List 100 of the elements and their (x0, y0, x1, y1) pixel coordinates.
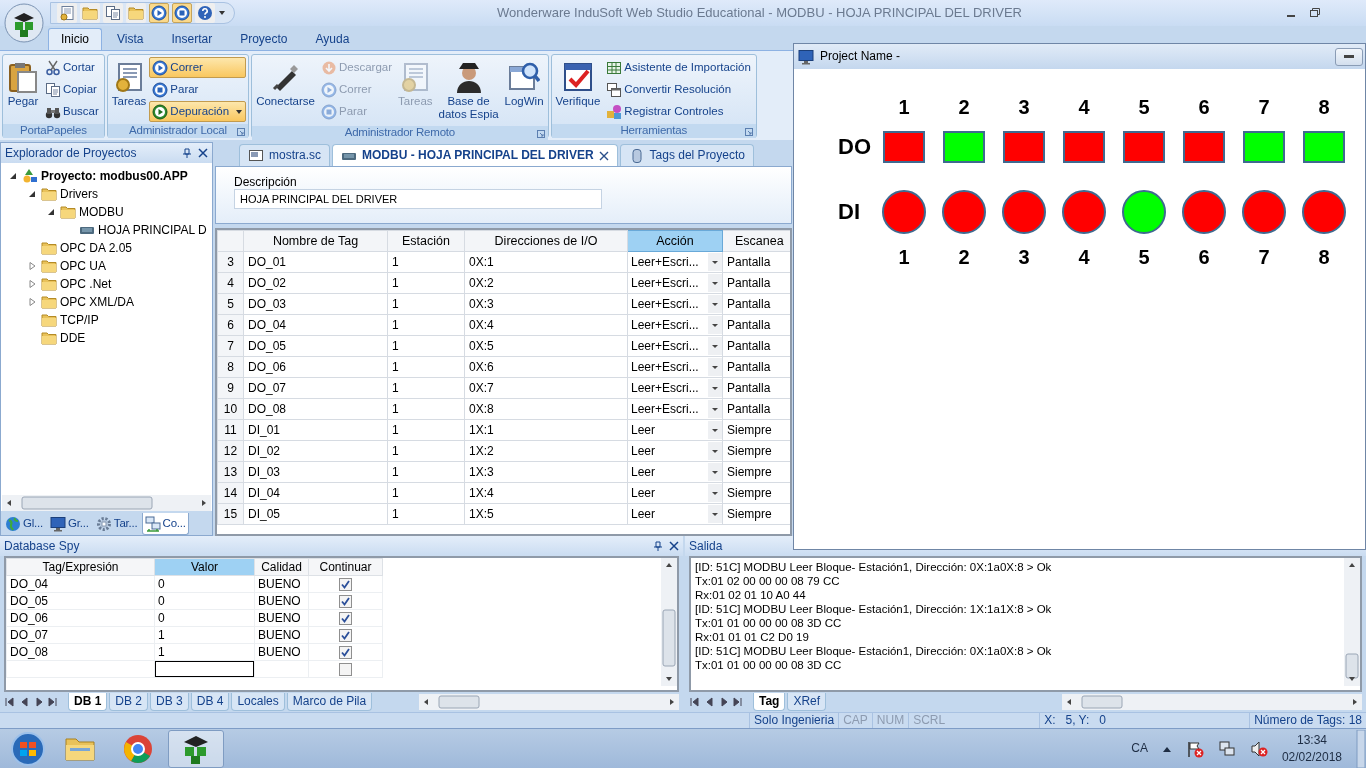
flag-icon[interactable] (1185, 739, 1204, 758)
input-field[interactable] (155, 661, 254, 677)
network-icon[interactable] (1217, 739, 1236, 758)
column-header[interactable]: Calidad (254, 558, 309, 576)
tree-item[interactable]: OPC XML/DA (60, 294, 134, 310)
panel-tab[interactable]: Gl... (2, 513, 47, 535)
dropdown-arrow-icon[interactable] (708, 442, 722, 460)
tree-item[interactable]: TCP/IP (60, 312, 99, 328)
dropdown-field[interactable]: Leer+Escri... (628, 378, 722, 398)
column-header[interactable]: Acción (627, 230, 723, 252)
dropdown-arrow-icon[interactable] (708, 253, 722, 271)
new-file-button[interactable] (57, 3, 77, 23)
dropdown-arrow-icon[interactable] (708, 421, 722, 439)
column-header[interactable]: Escanea (722, 230, 790, 252)
dropdown-arrow-icon[interactable] (708, 379, 722, 397)
ribbon-button[interactable]: Asistente de Importación (603, 57, 754, 78)
dropdown-arrow-icon[interactable] (708, 274, 722, 292)
ribbon-tab[interactable]: Inicio (48, 27, 102, 50)
dropdown-field[interactable]: Leer+Escri... (628, 315, 722, 335)
panel-tab[interactable]: Co... (141, 513, 189, 535)
split-button[interactable]: Depuración (149, 101, 247, 122)
ribbon-button[interactable]: LogWin (502, 57, 546, 112)
dialog-launcher-icon[interactable] (536, 130, 545, 139)
document-tab[interactable]: Tags del Proyecto (619, 144, 754, 166)
sheet-tab[interactable]: DB 2 (109, 693, 149, 711)
minimize-button[interactable] (1335, 47, 1363, 66)
close-icon[interactable] (598, 150, 609, 161)
taskbar-button[interactable] (168, 729, 224, 768)
help-button[interactable] (195, 3, 215, 23)
horizontal-scrollbar[interactable] (1062, 694, 1362, 710)
column-header[interactable]: Direcciones de I/O (464, 230, 628, 252)
ribbon-button[interactable]: Cortar (42, 57, 102, 78)
tree-item[interactable]: OPC .Net (60, 276, 112, 292)
vertical-scrollbar[interactable] (661, 558, 677, 686)
ribbon-button[interactable]: Copiar (42, 79, 102, 100)
ribbon-tab[interactable]: Proyecto (227, 27, 301, 50)
ribbon-tab[interactable]: Vista (104, 27, 157, 50)
dropdown-field[interactable]: Leer (628, 483, 722, 503)
ribbon-button[interactable]: Registrar Controles (603, 101, 754, 122)
column-header[interactable]: Tag/Expresión (6, 558, 155, 576)
pin-icon[interactable] (182, 148, 192, 158)
dropdown-arrow-icon[interactable] (708, 295, 722, 313)
ribbon-button[interactable]: Convertir Resolución (603, 79, 754, 100)
speaker-muted-icon[interactable] (1249, 739, 1268, 758)
panel-tab[interactable]: Tar... (92, 513, 141, 535)
dialog-launcher-icon[interactable] (744, 128, 753, 136)
vertical-scrollbar[interactable] (1344, 558, 1360, 686)
document-tab[interactable]: MODBU - HOJA PRINCIPAL DEL DRIVER (332, 144, 618, 166)
dropdown-arrow-icon[interactable] (708, 358, 722, 376)
expander-icon[interactable] (47, 208, 55, 216)
dropdown-arrow-icon[interactable] (708, 337, 722, 355)
checkbox[interactable] (339, 629, 352, 643)
dropdown-field[interactable]: Leer+Escri... (628, 294, 722, 314)
dropdown-field[interactable]: Leer (628, 462, 722, 482)
ribbon-button[interactable]: Correr (149, 57, 247, 78)
ribbon-tab[interactable]: Insertar (158, 27, 226, 50)
dropdown-arrow-icon[interactable] (708, 484, 722, 502)
pin-icon[interactable] (653, 541, 663, 551)
sheet-tab[interactable]: DB 3 (150, 693, 189, 711)
ribbon-button[interactable]: Conectarse (254, 57, 317, 112)
dialog-launcher-icon[interactable] (237, 128, 246, 136)
tree-item[interactable]: OPC DA 2.05 (60, 240, 133, 256)
ribbon-button[interactable]: Parar (149, 79, 247, 100)
stop-button[interactable] (172, 3, 192, 23)
sheet-tab[interactable]: Tag (753, 693, 786, 711)
close-icon[interactable] (198, 148, 208, 158)
sheet-tab[interactable]: Marco de Pila (286, 693, 373, 711)
column-header[interactable]: Continuar (308, 558, 383, 576)
clock-time[interactable]: 13:34 (1296, 731, 1327, 749)
restore-icon[interactable] (1308, 6, 1322, 20)
sheet-tab[interactable]: DB 4 (190, 693, 230, 711)
ribbon-button[interactable]: Buscar (42, 101, 102, 122)
checkbox[interactable] (339, 595, 352, 609)
play-button[interactable] (149, 3, 169, 23)
checkbox[interactable] (339, 646, 352, 660)
expander-icon[interactable] (9, 172, 17, 180)
column-header[interactable]: Estación (387, 230, 465, 252)
horizontal-scrollbar[interactable] (419, 694, 679, 710)
horizontal-scrollbar[interactable] (2, 495, 211, 511)
dropdown-field[interactable]: Leer+Escri... (628, 252, 722, 272)
tree-item[interactable]: OPC UA (60, 258, 106, 274)
dropdown-field[interactable]: Leer (628, 441, 722, 461)
sheet-tab[interactable]: Locales (231, 693, 285, 711)
ribbon-button[interactable]: Verifique (553, 57, 603, 112)
dropdown-field[interactable]: Leer (628, 504, 722, 524)
column-header[interactable]: Valor (154, 558, 255, 576)
ribbon-button[interactable]: Tareas (109, 57, 149, 112)
ribbon-button[interactable]: Base de datos Espia (435, 57, 502, 125)
checkbox[interactable] (339, 663, 352, 677)
checkbox[interactable] (339, 578, 352, 592)
tree-item[interactable]: MODBU (79, 204, 124, 220)
document-tab[interactable]: mostra.sc (239, 144, 330, 166)
dropdown-arrow-icon[interactable] (708, 400, 722, 418)
dropdown-arrow-icon[interactable] (708, 316, 722, 334)
panel-tab[interactable]: Gr... (47, 513, 92, 535)
clock-date[interactable]: 02/02/2018 (1281, 748, 1342, 766)
tree-item[interactable]: Proyecto: modbus00.APP (41, 168, 188, 184)
dropdown-arrow-icon[interactable] (708, 463, 722, 481)
pages-button[interactable] (103, 3, 123, 23)
sheet-tab[interactable]: XRef (787, 693, 827, 711)
